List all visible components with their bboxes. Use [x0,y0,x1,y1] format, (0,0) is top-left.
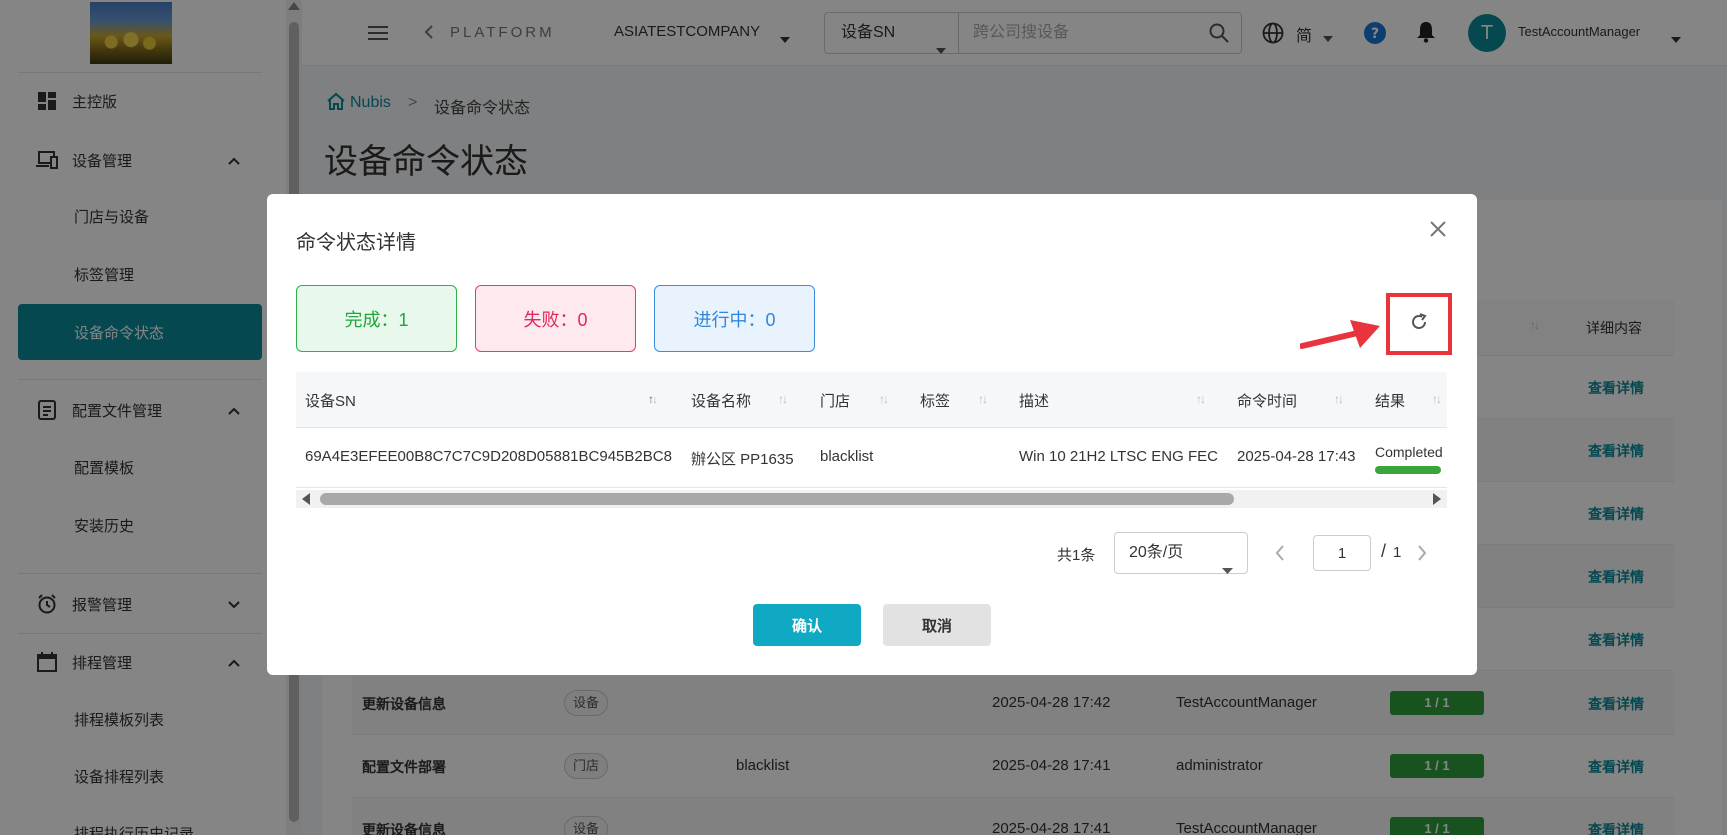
result-status: Completed [1375,444,1443,460]
page-separator: / [1381,541,1387,561]
completed-count-badge[interactable]: 完成：1 [296,285,457,352]
refresh-button[interactable] [1386,293,1452,355]
column-header-command-time: 命令时间 [1237,393,1298,410]
page-number-input[interactable] [1313,535,1371,571]
sort-icon[interactable]: ↑↓ [778,392,788,406]
description: Win 10 21H2 LTSC ENG FEC [1019,448,1218,465]
modal-title: 命令状态详情 [296,232,416,254]
highlight-arrow-icon [1299,318,1384,359]
sort-icon[interactable]: ↑↓ [1432,392,1442,406]
confirm-button[interactable]: 确认 [753,604,861,646]
column-header-description: 描述 [1019,393,1050,410]
refresh-icon [1409,312,1429,337]
caret-down-icon [1222,550,1233,590]
close-icon[interactable] [1429,220,1447,243]
page-size-value: 20条/页 [1129,544,1184,561]
device-name: 辦公区 PP1635 [691,451,794,468]
scroll-left-arrow-icon[interactable] [302,493,310,505]
horizontal-scrollbar-thumb[interactable] [320,493,1234,505]
sort-icon[interactable]: ↑↓ [648,392,658,406]
total-pages: 1 [1393,544,1402,561]
sort-icon[interactable]: ↑↓ [1196,392,1206,406]
prev-page-icon[interactable] [1275,544,1285,567]
sort-icon[interactable]: ↑↓ [978,392,988,406]
column-header-device-name: 设备名称 [691,393,752,410]
column-header-result: 结果 [1375,393,1406,410]
device-sn: 69A4E3EFEE00B8C7C7C9D208D05881BC945B2BC8 [305,448,672,465]
cancel-button[interactable]: 取消 [883,604,991,646]
sort-icon[interactable]: ↑↓ [879,392,889,406]
column-header-device-sn: 设备SN [305,393,356,410]
next-page-icon[interactable] [1417,544,1427,567]
table-body: 69A4E3EFEE00B8C7C7C9D208D05881BC945B2BC8… [296,428,1447,490]
command-status-detail-modal: 命令状态详情 完成：1 失败：0 进行中：0 设备SN ↑↓ 设备名称 ↑↓ 门… [267,194,1477,675]
table-horizontal-scrollbar[interactable] [296,490,1447,508]
in-progress-count-badge[interactable]: 进行中：0 [654,285,815,352]
store-name: blacklist [820,448,874,465]
column-header-tag: 标签 [920,393,951,410]
total-count: 共1条 [1057,547,1096,564]
page-size-select[interactable]: 20条/页 [1114,532,1248,574]
scroll-right-arrow-icon[interactable] [1433,493,1441,505]
result-progress-bar [1375,466,1441,474]
table-row: 69A4E3EFEE00B8C7C7C9D208D05881BC945B2BC8… [296,428,1447,488]
failed-count-badge[interactable]: 失败：0 [475,285,636,352]
command-time: 2025-04-28 17:43 [1237,448,1356,465]
sort-icon[interactable]: ↑↓ [1334,392,1344,406]
table-header: 设备SN ↑↓ 设备名称 ↑↓ 门店 ↑↓ 标签 ↑↓ 描述 ↑↓ 命令时间 ↑… [296,372,1447,428]
column-header-store: 门店 [820,393,851,410]
